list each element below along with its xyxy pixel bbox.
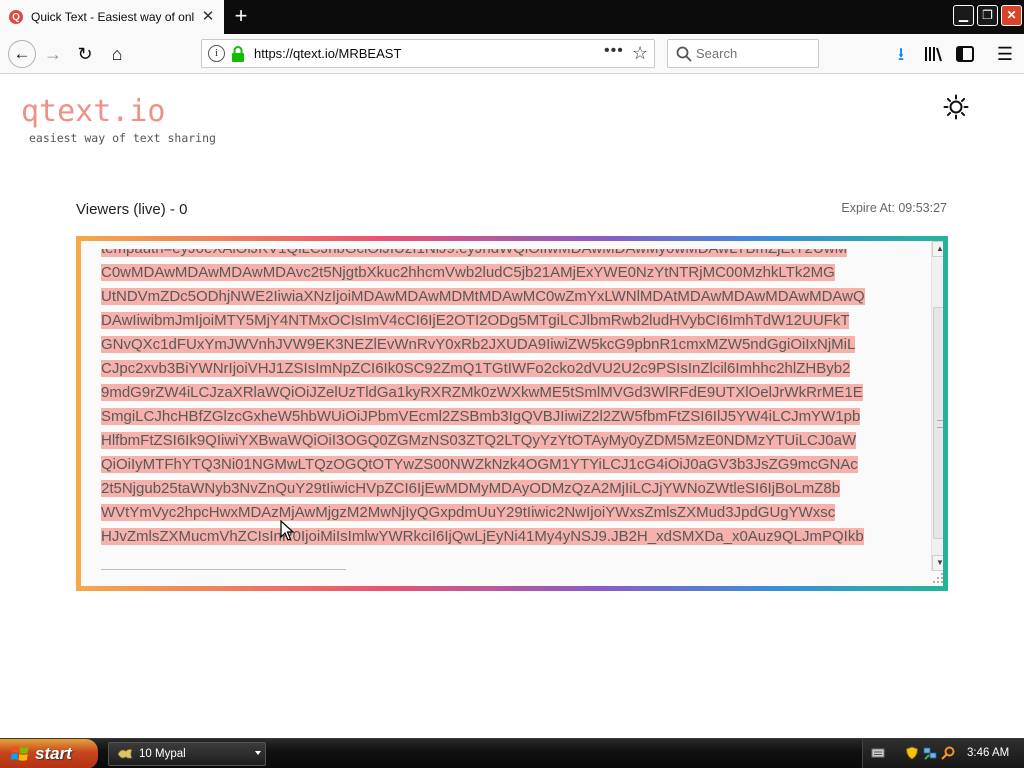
editor-text-line[interactable]: 2t5Njgub25taWNyb3NvZnQuY29tIiwicHVpZCI6I… [101,477,911,501]
reload-icon[interactable]: ↻ [73,42,97,66]
bookmark-star-icon[interactable]: ☆ [632,43,648,64]
mouse-pointer-icon [280,520,294,541]
selected-text: GNvQXc1dFUxYmJWVnhJVW9EK3NEZlEvWnRvY0xRb… [101,336,856,353]
browser-nav-bar: ← → ↻ ⌂ i https://qtext.io/MRBEAST ••• ☆… [0,34,1024,74]
site-logo[interactable]: qtext.io [21,94,166,129]
selected-text: CJpc2xvb3BiYWNrIjoiVHJ1ZSIsImNpZCI6Ik0SC… [101,360,851,377]
window-close-button[interactable]: ✕ [1001,5,1022,26]
search-bar[interactable] [667,39,819,68]
editor-text-line[interactable]: QiOiIyMTFhYTQ3Ni01NGMwLTQzOGQtOTYwZS00NW… [101,453,911,477]
sidebar-icon[interactable] [953,42,977,66]
selected-text: DAwIiwibmJmIjoiMTY5MjY4NTMxOCIsImV4cCI6I… [101,312,850,329]
text-editor[interactable]: tempauth=eyJ0eXAiOiJKV1QiLCJhbGciOiJIUzI… [81,241,943,586]
editor-text-line[interactable]: tempauth=eyJ0eXAiOiJKV1QiLCJhbGciOiJIUzI… [101,249,911,261]
editor-text-line[interactable]: WVtYmVyc2hpcHwxMDAzMjAwMjgzM2MwNjIyQGxpd… [101,501,911,525]
home-icon[interactable]: ⌂ [105,42,129,66]
taskbar-group-arrow-icon[interactable] [255,751,261,755]
system-tray: 3:46 AM [862,739,1024,768]
editor-text-line[interactable]: GNvQXc1dFUxYmJWVnhJVW9EK3NEZlEvWnRvY0xRb… [101,333,911,357]
window-restore-button[interactable]: ❐ [977,5,998,26]
shared-text-area[interactable]: tempauth=eyJ0eXAiOiJKV1QiLCJhbGciOiJIUzI… [101,249,911,571]
url-bar[interactable]: i https://qtext.io/MRBEAST ••• ☆ [201,39,655,68]
taskbar-item-label: 10 Mypal [139,748,186,760]
editor-text-line[interactable]: DAwIiwibmJmIjoiMTY5MjY4NTMxOCIsImV4cCI6I… [101,309,911,333]
search-icon [676,46,692,62]
back-arrow-icon[interactable]: ← [8,40,36,68]
editor-text-line[interactable]: HJvZmlsZXMucmVhZCIsInR0IjoiMiIsImlwYWRkc… [101,525,911,549]
editor-text-line[interactable]: 9mdG9rZW4iLCJzaXRlaWQiOiJZelUzTldGa1kyRX… [101,381,911,405]
site-info-icon[interactable]: i [208,45,225,62]
taskbar-item-mypal[interactable]: 10 Mypal [108,742,266,766]
live-viewers-count: Viewers (live) - 0 [76,201,188,218]
selected-text: UtNDVmZDc5ODhjNWE2IiwiaXNzIjoiMDAwMDAwMD… [101,288,865,305]
selected-text: HlfbmFtZSI6Ik9QIiwiYXBwaWQiOiI3OGQ0ZGMzN… [101,432,857,449]
windows-logo-icon [10,746,29,761]
browser-tab-bar: Q Quick Text - Easiest way of online ✕ +… [0,0,1024,34]
lock-icon [232,46,244,62]
selected-text: tempauth=eyJ0eXAiOiJKV1QiLCJhbGciOiJIUzI… [101,249,848,257]
network-icon[interactable] [923,746,937,760]
windows-taskbar: start 10 Mypal 3:46 AM [0,738,1024,768]
selected-text: WVtYmVyc2hpcHwxMDAzMjAwMjgzM2MwNjIyQGxpd… [101,504,836,521]
keyboard-icon[interactable] [871,746,885,760]
selected-text: 2t5Njgub25taWNyb3NvZnQuY29tIiwicHVpZCI6I… [101,480,841,497]
library-icon[interactable] [921,42,945,66]
scrollbar-thumb[interactable] [933,307,943,539]
window-minimize-button[interactable]: ▁ [953,5,974,26]
selected-text: C0wMDAwMDAwMDAwMDAvc2t5NjgtbXkuc2hhcmVwb… [101,264,835,281]
hamburger-menu-icon[interactable]: ☰ [993,42,1017,66]
url-text[interactable]: https://qtext.io/MRBEAST [254,46,401,61]
tab-title: Quick Text - Easiest way of online [31,10,194,24]
selected-text: SmgiLCJhcHBfZGlzcGxheW5hbWUiOiJPbmVEcml2… [101,408,861,425]
tab-close-icon[interactable]: ✕ [200,9,216,25]
editor-text-line[interactable]: C0wMDAwMDAwMDAwMDAvc2t5NjgtbXkuc2hhcmVwb… [101,261,911,285]
mypal-app-icon [117,748,133,759]
resize-handle-icon[interactable] [932,572,943,584]
text-editor-frame: tempauth=eyJ0eXAiOiJKV1QiLCJhbGciOiJIUzI… [76,236,948,591]
security-shield-icon[interactable] [905,746,919,760]
start-label: start [35,744,72,763]
search-input[interactable] [696,40,816,67]
editor-text-line[interactable]: UtNDVmZDc5ODhjNWE2IiwiaXNzIjoiMDAwMDAwMD… [101,285,911,309]
browser-tab[interactable]: Q Quick Text - Easiest way of online ✕ [0,0,224,34]
scroll-down-arrow-icon[interactable]: ▼ [932,555,943,571]
selected-text: HJvZmlsZXMucmVhZCIsInR0IjoiMiIsImlwYWRkc… [101,528,864,545]
editor-scrollbar[interactable]: ▲ ▼ [931,241,943,571]
site-tagline: easiest way of text sharing [29,131,216,145]
scroll-up-arrow-icon[interactable]: ▲ [932,241,943,257]
start-button[interactable]: start [0,739,98,768]
expire-time: Expire At: 09:53:27 [841,201,947,215]
editor-divider [101,569,346,570]
scrollbar-grip-icon [937,420,943,428]
editor-text-line[interactable]: SmgiLCJhcHBfZGlzcGxheW5hbWUiOiJPbmVEcml2… [101,405,911,429]
qtext-favicon-icon: Q [9,10,23,24]
selected-text: QiOiIyMTFhYTQ3Ni01NGMwLTQzOGQtOTYwZS00NW… [101,456,858,473]
download-icon[interactable]: ⭳ [889,42,913,66]
selected-text: 9mdG9rZW4iLCJzaXRlaWQiOiJZelUzTldGa1kyRX… [101,384,863,401]
sun-icon[interactable] [943,94,969,120]
page-actions-icon[interactable]: ••• [604,42,624,60]
editor-text-line[interactable]: CJpc2xvb3BiYWNrIjoiVHJ1ZSIsImNpZCI6Ik0SC… [101,357,911,381]
forward-arrow-icon[interactable]: → [41,42,65,66]
new-tab-plus-icon[interactable]: + [229,4,253,28]
editor-text-line[interactable]: HlfbmFtZSI6Ik9QIiwiYXBwaWQiOiI3OGQ0ZGMzN… [101,429,911,453]
system-clock: 3:46 AM [967,747,1010,759]
search-tray-icon[interactable] [941,746,955,760]
